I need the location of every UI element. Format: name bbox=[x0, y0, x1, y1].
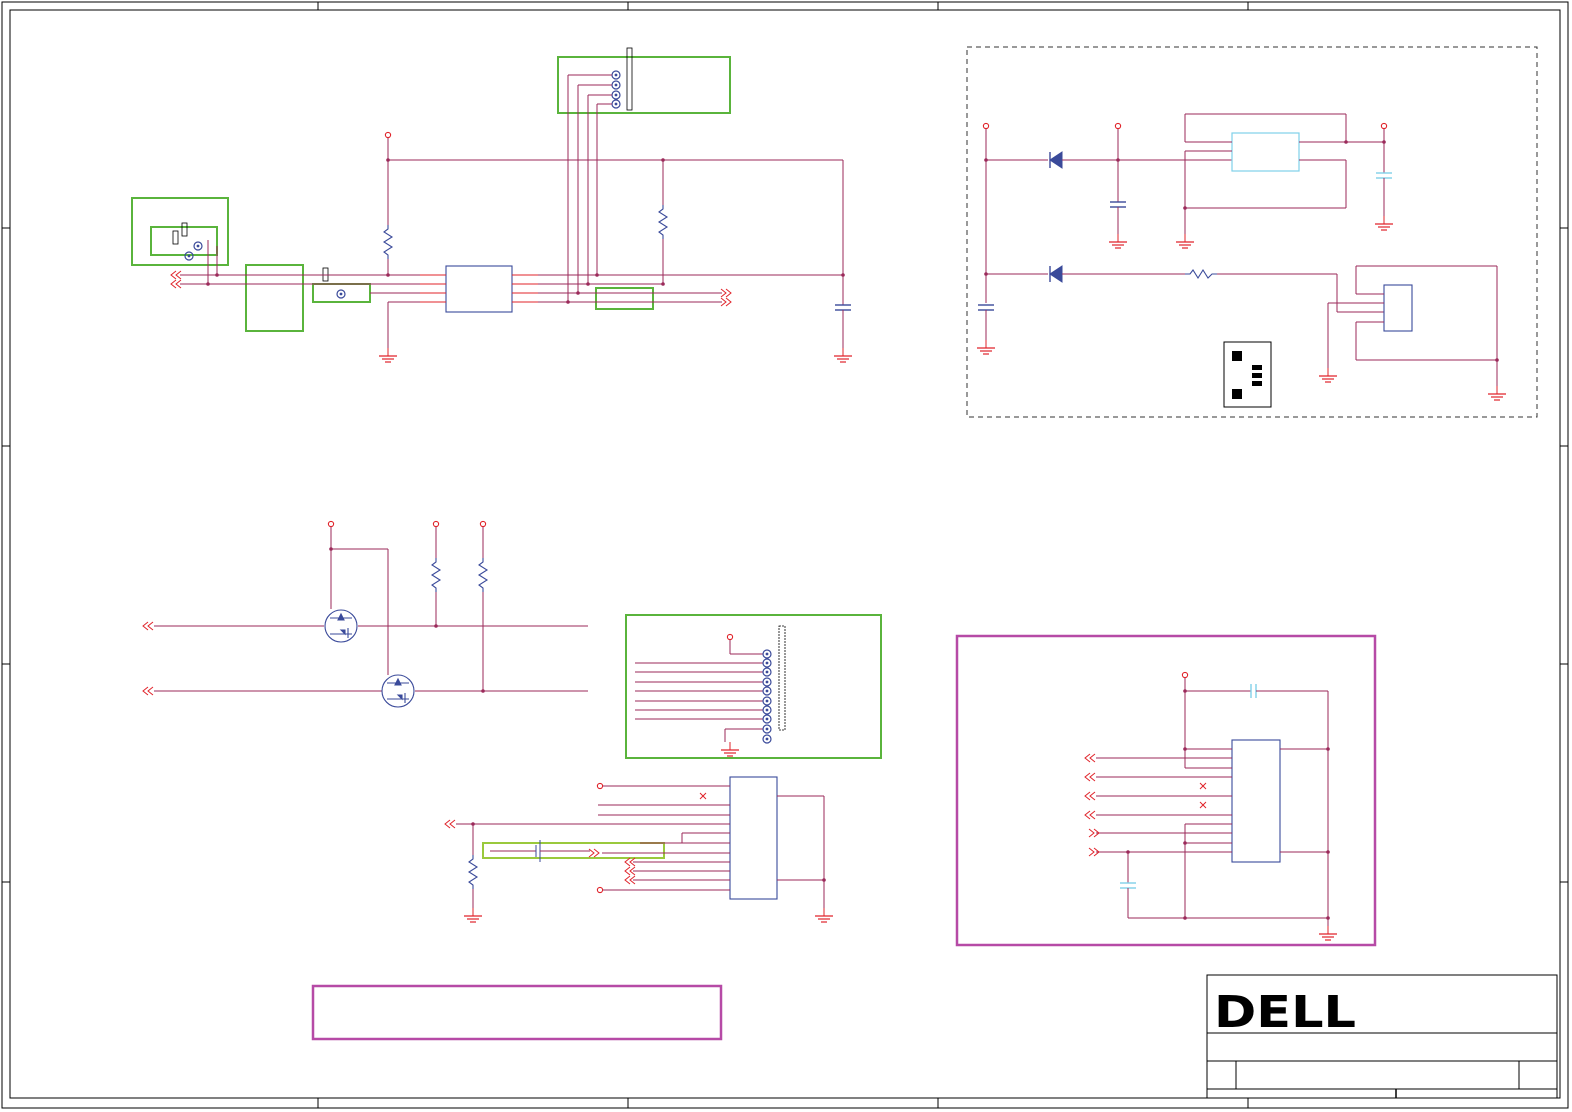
title-block: DELL bbox=[1206, 974, 1558, 1099]
connector-block bbox=[1383, 284, 1413, 332]
dell-logo: DELL bbox=[1214, 987, 1356, 1038]
highlight-box bbox=[625, 614, 882, 759]
circuit-bottom-right bbox=[955, 634, 1377, 947]
circuit-bottom-ic bbox=[444, 776, 834, 923]
circuit-mosfets bbox=[142, 520, 588, 708]
mosfet bbox=[381, 674, 415, 708]
regulator-block bbox=[1231, 132, 1300, 172]
ic-block bbox=[1231, 739, 1281, 863]
highlight-box bbox=[955, 634, 1377, 947]
note-box bbox=[311, 984, 723, 1041]
circuit-connector-header bbox=[625, 614, 882, 759]
highlight-box bbox=[595, 287, 654, 310]
sheet-border bbox=[1, 1, 1569, 1109]
circuit-top-right bbox=[966, 46, 1538, 418]
mosfet bbox=[324, 609, 358, 643]
diode bbox=[1049, 151, 1063, 283]
highlight-box bbox=[150, 226, 218, 256]
footprint-symbol bbox=[1223, 341, 1272, 408]
schematic-sheet: DELL bbox=[1, 1, 1569, 1109]
ic-block bbox=[445, 265, 513, 313]
circuit-top-left bbox=[131, 47, 853, 363]
ic-block bbox=[729, 776, 778, 900]
